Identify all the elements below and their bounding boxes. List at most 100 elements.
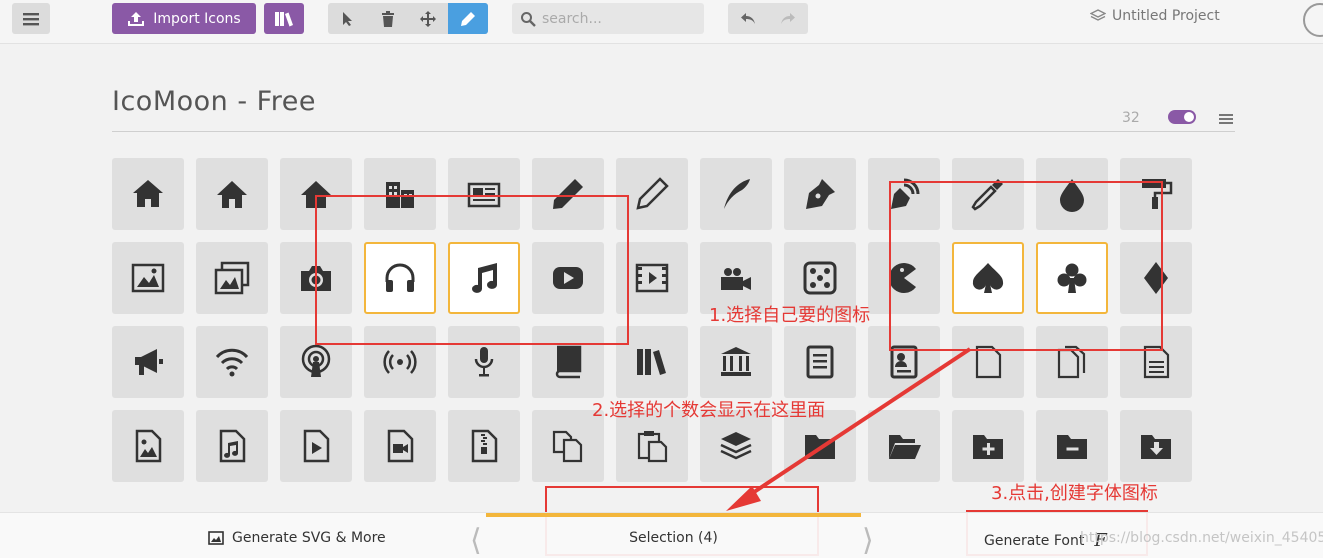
camera-icon xyxy=(301,266,331,291)
glyph-eyedropper[interactable] xyxy=(952,158,1024,230)
eyedropper-icon xyxy=(971,179,1003,211)
glyph-bullhorn[interactable] xyxy=(112,326,184,398)
selection-tab[interactable]: Selection (4) xyxy=(486,513,861,558)
glyph-home[interactable] xyxy=(112,158,184,230)
glyph-pacman[interactable] xyxy=(868,242,940,314)
glyph-files-empty[interactable] xyxy=(1036,326,1108,398)
glyph-pencil2[interactable] xyxy=(616,158,688,230)
edit-tool-button[interactable] xyxy=(448,3,488,34)
annotation-step1: 1.选择自己要的图标 xyxy=(709,305,871,326)
glyph-clubs[interactable] xyxy=(1036,242,1108,314)
glyph-file-music[interactable] xyxy=(196,410,268,482)
list-icon xyxy=(1219,114,1233,124)
glyph-office[interactable] xyxy=(364,158,436,230)
files-empty-icon xyxy=(1057,345,1086,379)
undo-button[interactable] xyxy=(728,3,768,34)
icon-set-title: IcoMoon - Free xyxy=(112,86,316,117)
glyph-music[interactable] xyxy=(448,242,520,314)
redo-button[interactable] xyxy=(768,3,808,34)
glyph-file-picture[interactable] xyxy=(112,410,184,482)
main-menu-button[interactable] xyxy=(12,3,50,34)
spades-icon xyxy=(972,263,1004,293)
library-icon xyxy=(721,347,751,376)
office-icon xyxy=(386,182,414,208)
paste-icon xyxy=(637,431,668,463)
file-text-icon xyxy=(806,345,834,379)
glyph-file-text2[interactable] xyxy=(1120,326,1192,398)
edit-mode-toolgroup xyxy=(328,3,488,34)
headphones-icon xyxy=(385,263,415,292)
glyph-newspaper[interactable] xyxy=(448,158,520,230)
glyph-file-text[interactable] xyxy=(784,326,856,398)
glyph-folder-download[interactable] xyxy=(1120,410,1192,482)
folder-minus-icon xyxy=(1057,435,1087,459)
folder-plus-icon xyxy=(973,435,1003,459)
icon-library-button[interactable] xyxy=(264,3,304,34)
search-icon xyxy=(521,11,536,27)
icon-set-divider xyxy=(112,131,1235,132)
glyph-connection[interactable] xyxy=(196,326,268,398)
trash-icon xyxy=(382,10,394,27)
glyph-folder-plus[interactable] xyxy=(952,410,1024,482)
import-icons-label: Import Icons xyxy=(153,10,241,27)
folder-icon xyxy=(805,435,835,459)
glyph-spades[interactable] xyxy=(952,242,1024,314)
glyph-pencil[interactable] xyxy=(532,158,604,230)
glyph-play[interactable] xyxy=(532,242,604,314)
image-icon xyxy=(208,531,224,545)
layers-icon xyxy=(1090,9,1106,21)
glyph-books[interactable] xyxy=(616,326,688,398)
move-tool-button[interactable] xyxy=(408,3,448,34)
copy-icon xyxy=(552,430,583,463)
search-input[interactable] xyxy=(542,10,692,27)
user-avatar-icon[interactable] xyxy=(1303,3,1323,37)
glyph-book[interactable] xyxy=(532,326,604,398)
glyph-file-video[interactable] xyxy=(364,410,436,482)
glyph-folder-open[interactable] xyxy=(868,410,940,482)
cursor-icon xyxy=(343,11,352,26)
glyph-diamonds[interactable] xyxy=(1120,242,1192,314)
glyph-camera[interactable] xyxy=(280,242,352,314)
delete-tool-button[interactable] xyxy=(368,3,408,34)
import-icons-button[interactable]: Import Icons xyxy=(112,3,256,34)
glyph-home3[interactable] xyxy=(280,158,352,230)
glyph-feed[interactable] xyxy=(364,326,436,398)
glyph-images[interactable] xyxy=(196,242,268,314)
connection-icon xyxy=(215,348,249,377)
generate-svg-button[interactable]: Generate SVG & More xyxy=(208,530,386,546)
file-play-icon xyxy=(303,429,330,463)
music-icon xyxy=(472,263,497,293)
glyph-quill[interactable] xyxy=(700,158,772,230)
icon-set-count: 32 xyxy=(1122,110,1140,126)
feed-icon xyxy=(383,350,417,374)
book-icon xyxy=(555,345,582,379)
icon-set-toggle[interactable] xyxy=(1168,110,1196,124)
pacman-icon xyxy=(889,263,916,293)
glyph-file-zip[interactable] xyxy=(448,410,520,482)
glyph-folder-minus[interactable] xyxy=(1036,410,1108,482)
glyph-image[interactable] xyxy=(112,242,184,314)
search-field[interactable] xyxy=(512,3,704,34)
pencil-icon xyxy=(553,179,583,209)
glyph-file-empty[interactable] xyxy=(952,326,1024,398)
glyph-blog[interactable] xyxy=(868,158,940,230)
project-selector[interactable]: Untitled Project xyxy=(1090,8,1220,24)
select-tool-button[interactable] xyxy=(328,3,368,34)
glyph-film[interactable] xyxy=(616,242,688,314)
glyph-mic[interactable] xyxy=(448,326,520,398)
home2-icon xyxy=(217,181,247,208)
generate-svg-label: Generate SVG & More xyxy=(232,530,386,546)
glyph-library[interactable] xyxy=(700,326,772,398)
glyph-pen[interactable] xyxy=(784,158,856,230)
glyph-podcast[interactable] xyxy=(280,326,352,398)
mic-icon xyxy=(474,347,494,377)
glyph-profile[interactable] xyxy=(868,326,940,398)
glyph-paint-format[interactable] xyxy=(1120,158,1192,230)
icon-set-menu-button[interactable] xyxy=(1219,110,1233,129)
glyph-droplet[interactable] xyxy=(1036,158,1108,230)
glyph-file-play[interactable] xyxy=(280,410,352,482)
glyph-headphones[interactable] xyxy=(364,242,436,314)
undo-icon xyxy=(741,12,755,24)
books-icon xyxy=(637,349,666,375)
glyph-home2[interactable] xyxy=(196,158,268,230)
